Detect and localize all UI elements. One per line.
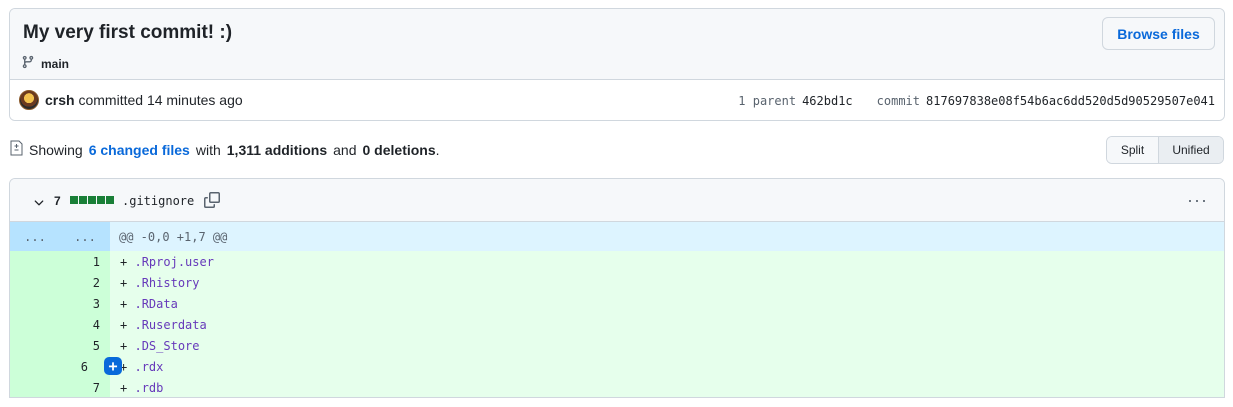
line-sign: +	[120, 338, 128, 353]
diffstat-block	[79, 196, 87, 204]
line-code: + .RData	[110, 297, 178, 311]
old-line-number	[10, 356, 60, 377]
git-branch-icon	[21, 55, 35, 72]
old-line-number	[10, 314, 60, 335]
diff-line: 5 + .DS_Store	[10, 335, 1224, 356]
changed-files-link[interactable]: 6 changed files	[89, 142, 190, 158]
diff-line: 2 + .Rhistory	[10, 272, 1224, 293]
line-code: + .DS_Store	[110, 339, 200, 353]
commit-title: My very first commit! :)	[23, 22, 233, 43]
line-code: + .rdb	[110, 381, 163, 395]
diff-line: 1 + .Rproj.user	[10, 251, 1224, 272]
file-header: 7 .gitignore ···	[10, 179, 1224, 222]
parent-label: 1 parent	[738, 94, 797, 108]
commit-hash: 817697838e08f54b6ac6dd520d5d90529507e041	[926, 94, 1215, 108]
chevron-down-icon[interactable]	[32, 196, 46, 210]
branch-name[interactable]: main	[41, 57, 69, 71]
old-line-number	[10, 377, 60, 397]
new-line-number[interactable]: 4	[60, 314, 110, 335]
new-line-number[interactable]: 1	[60, 251, 110, 272]
line-text: .Ruserdata	[134, 317, 207, 332]
summary-prefix: Showing	[29, 141, 83, 158]
new-line-number[interactable]: 5	[60, 335, 110, 356]
kebab-horizontal-icon[interactable]: ···	[1187, 191, 1208, 209]
summary-and: and	[333, 141, 357, 158]
diffstat-block	[88, 196, 96, 204]
commit-meta-bar: crsh committed 14 minutes ago 1 parent 4…	[10, 80, 1224, 120]
deletions-count: 0 deletions	[362, 141, 436, 158]
file-change-count: 7	[54, 194, 61, 208]
hunk-header: @@ -0,0 +1,7 @@	[119, 229, 228, 244]
commit-label: commit	[876, 94, 921, 108]
diff-body: ... ... @@ -0,0 +1,7 @@ 1 + .Rproj.user …	[10, 222, 1224, 397]
commit-hashes: 1 parent 462bd1c commit 817697838e08f54b…	[738, 94, 1215, 108]
file-diff-icon	[10, 140, 23, 159]
old-line-number	[10, 335, 60, 356]
summary-suffix: .	[435, 141, 440, 158]
summary-with: with	[195, 141, 221, 158]
hunk-expand-left[interactable]: ...	[10, 222, 60, 251]
additions-count: 1,311 additions	[226, 141, 328, 158]
branch-info: main	[21, 55, 69, 72]
line-code: + .Rhistory	[110, 276, 200, 290]
diff-line: 7 + .rdb	[10, 377, 1224, 397]
diffstat-block	[97, 196, 105, 204]
commit-header: My very first commit! :) main Browse fil…	[9, 8, 1225, 121]
old-line-number	[10, 251, 60, 272]
parent-hash[interactable]: 462bd1c	[802, 94, 853, 108]
line-code: + .Ruserdata	[110, 318, 207, 332]
author-name[interactable]: crsh	[45, 92, 75, 108]
new-line-number[interactable]: 3	[60, 293, 110, 314]
diff-line: 3 + .RData	[10, 293, 1224, 314]
line-text: .Rproj.user	[134, 254, 214, 269]
line-text: .RData	[134, 296, 178, 311]
diff-view-toggle: Split Unified	[1106, 136, 1224, 164]
line-text: .DS_Store	[134, 338, 200, 353]
diffstat-block	[106, 196, 114, 204]
file-diff: 7 .gitignore ··· ... ... @@ -0,0 +1,7 @@…	[9, 178, 1225, 398]
diff-line: 6 + + .rdx	[10, 356, 1224, 377]
line-code: + .Rproj.user	[110, 255, 214, 269]
line-sign: +	[120, 296, 128, 311]
new-line-number[interactable]: 7	[60, 377, 110, 397]
unified-view-button[interactable]: Unified	[1159, 137, 1223, 163]
diff-summary: Showing 6 changed files with 1,311 addit…	[10, 140, 440, 159]
new-line-number[interactable]: 2	[60, 272, 110, 293]
old-line-number	[10, 293, 60, 314]
line-text: .rdb	[134, 380, 164, 395]
file-name[interactable]: .gitignore	[122, 194, 194, 208]
new-line-number[interactable]: 6	[60, 356, 110, 377]
copy-icon[interactable]	[204, 192, 220, 208]
author-line: crsh committed 14 minutes ago	[45, 92, 243, 108]
avatar[interactable]	[19, 90, 39, 110]
commit-action: committed	[78, 92, 144, 108]
hunk-header-row: ... ... @@ -0,0 +1,7 @@	[10, 222, 1224, 251]
commit-time: 14 minutes ago	[146, 92, 243, 108]
line-sign: +	[120, 317, 128, 332]
line-text: .Rhistory	[134, 275, 200, 290]
line-sign: +	[120, 380, 128, 395]
add-comment-plus-icon[interactable]: +	[104, 357, 122, 375]
line-text: .rdx	[134, 359, 164, 374]
commit-title-bar: My very first commit! :) main Browse fil…	[10, 9, 1224, 80]
line-sign: +	[120, 254, 128, 269]
browse-files-button[interactable]: Browse files	[1102, 17, 1215, 50]
line-sign: +	[120, 275, 128, 290]
diff-line: 4 + .Ruserdata	[10, 314, 1224, 335]
old-line-number	[10, 272, 60, 293]
diffstat-bar	[70, 196, 114, 204]
split-view-button[interactable]: Split	[1107, 137, 1159, 163]
diffstat-block	[70, 196, 78, 204]
hunk-expand-right[interactable]: ...	[60, 222, 110, 251]
